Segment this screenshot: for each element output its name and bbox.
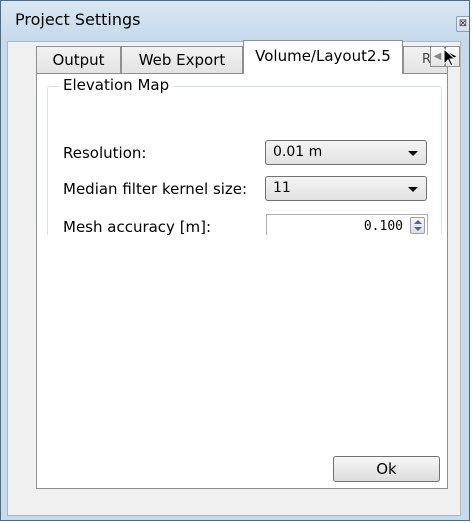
title-bar[interactable]: Project Settings ⊠ [1,1,469,41]
ok-button[interactable]: Ok [333,456,440,482]
tab-volume-layout[interactable]: Volume/Layout2.5 [243,40,403,74]
median-filter-label: Median filter kernel size: [63,180,248,198]
resolution-label: Resolution: [63,144,147,162]
resolution-value: 0.01 m [273,144,323,160]
chevron-down-icon [408,151,418,156]
spin-buttons[interactable] [410,217,425,234]
mesh-accuracy-spinbox[interactable]: 0.100 [266,214,428,235]
window-title: Project Settings [15,10,141,29]
median-filter-select[interactable]: 11 [265,176,427,201]
tab-output[interactable]: Output [36,46,121,73]
resolution-select[interactable]: 0.01 m [265,140,427,165]
mouse-cursor-icon [443,48,457,67]
chevron-down-icon [408,187,418,192]
mesh-accuracy-value: 0.100 [363,219,403,234]
spin-up-icon[interactable] [414,220,422,224]
median-filter-value: 11 [273,180,291,196]
mesh-accuracy-label: Mesh accuracy [m]: [63,218,212,236]
tab-web-export[interactable]: Web Export [121,46,243,73]
spin-down-icon[interactable] [414,227,422,231]
elevation-map-title: Elevation Map [59,76,174,94]
close-icon[interactable]: ⊠ [456,16,469,32]
